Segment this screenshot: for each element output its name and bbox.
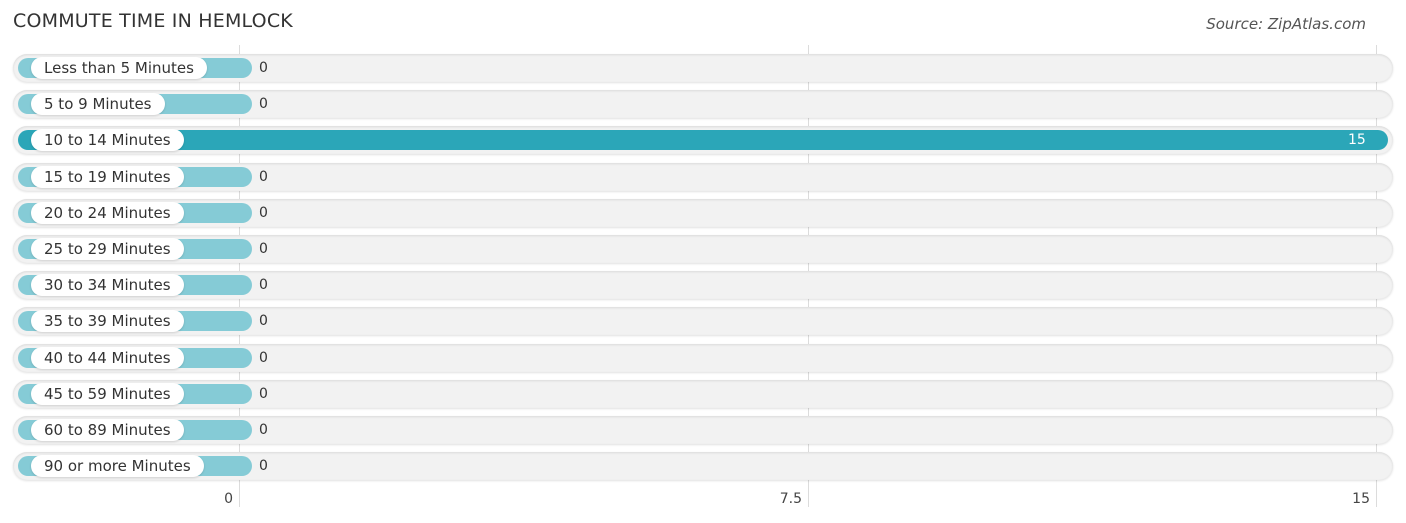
x-tick-label: 15 bbox=[1352, 491, 1370, 507]
bar bbox=[18, 130, 1388, 150]
category-label: 45 to 59 Minutes bbox=[31, 383, 184, 405]
value-label: 0 bbox=[259, 350, 268, 366]
value-label: 0 bbox=[259, 96, 268, 112]
value-label: 0 bbox=[259, 458, 268, 474]
category-label: Less than 5 Minutes bbox=[31, 57, 207, 79]
category-label: 30 to 34 Minutes bbox=[31, 274, 184, 296]
category-label: 40 to 44 Minutes bbox=[31, 347, 184, 369]
x-tick-label: 7.5 bbox=[779, 491, 802, 507]
category-label: 35 to 39 Minutes bbox=[31, 310, 184, 332]
category-label: 15 to 19 Minutes bbox=[31, 166, 184, 188]
value-label: 0 bbox=[259, 241, 268, 257]
value-label: 0 bbox=[259, 422, 268, 438]
value-label: 0 bbox=[259, 205, 268, 221]
source-label: Source: ZipAtlas.com bbox=[1206, 15, 1366, 33]
x-tick-label: 0 bbox=[224, 491, 233, 507]
value-label: 0 bbox=[259, 313, 268, 329]
value-label: 0 bbox=[259, 386, 268, 402]
category-label: 60 to 89 Minutes bbox=[31, 419, 184, 441]
value-label: 0 bbox=[259, 277, 268, 293]
value-label: 0 bbox=[259, 169, 268, 185]
value-label: 0 bbox=[259, 60, 268, 76]
category-label: 25 to 29 Minutes bbox=[31, 238, 184, 260]
category-label: 20 to 24 Minutes bbox=[31, 202, 184, 224]
category-label: 90 or more Minutes bbox=[31, 455, 204, 477]
chart-title: COMMUTE TIME IN HEMLOCK bbox=[13, 10, 293, 32]
category-label: 10 to 14 Minutes bbox=[31, 129, 184, 151]
category-label: 5 to 9 Minutes bbox=[31, 93, 165, 115]
value-label: 15 bbox=[1348, 132, 1366, 148]
